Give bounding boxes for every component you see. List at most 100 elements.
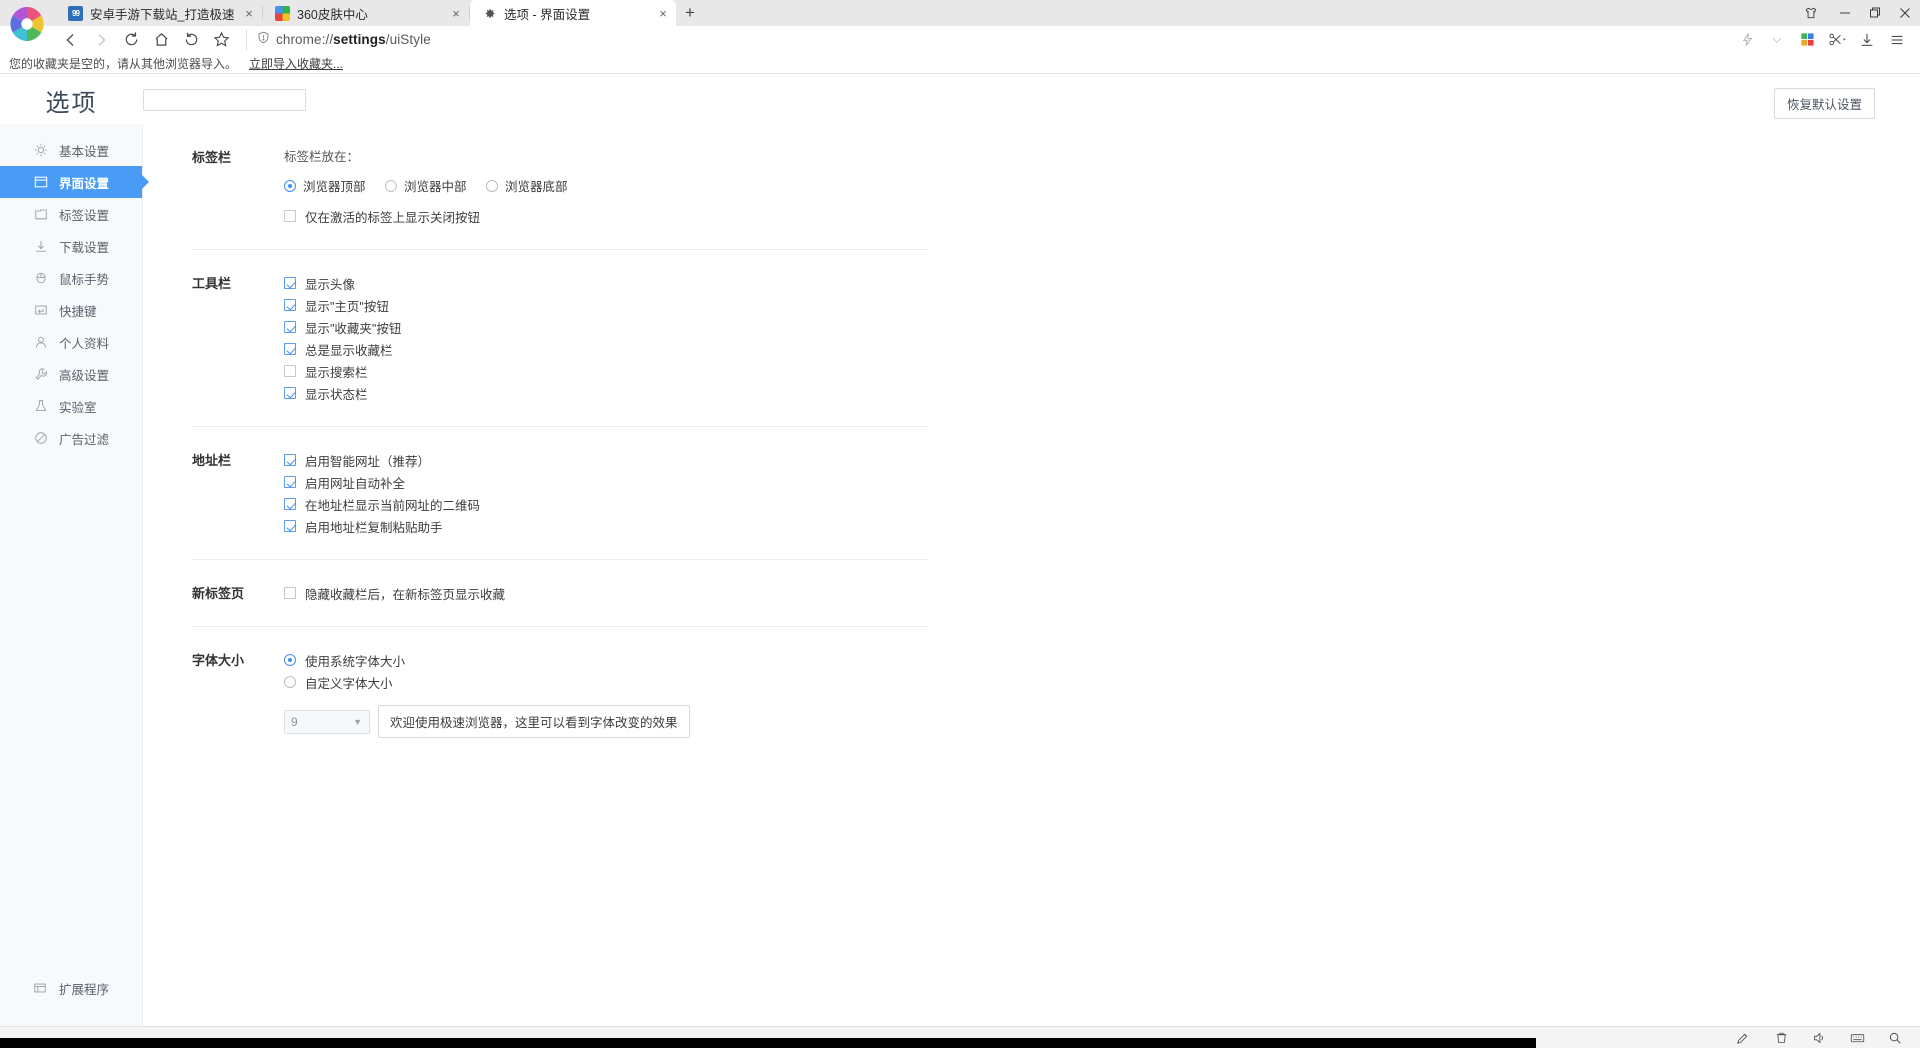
bookmark-star-icon[interactable] [206, 27, 236, 53]
sidebar-item-adblock[interactable]: 广告过滤 [0, 422, 142, 454]
tab-strip: 安卓手游下载站_打造极速手游下 × 360皮肤中心 × 选项 - 界面设置 × … [56, 0, 704, 26]
tab-title: 360皮肤中心 [297, 7, 368, 22]
tab-close-icon[interactable]: × [242, 7, 256, 20]
checkbox-show-qrcode[interactable]: 在地址栏显示当前网址的二维码 [284, 493, 929, 515]
restore-defaults-button[interactable]: 恢复默认设置 [1773, 88, 1875, 119]
checkbox-copy-paste-helper[interactable]: 启用地址栏复制粘贴助手 [284, 515, 929, 537]
chevron-down-icon[interactable] [1762, 27, 1792, 53]
settings-search-input[interactable] [144, 90, 305, 110]
radio-label: 浏览器顶部 [303, 180, 366, 194]
sidebar-item-profile[interactable]: 个人资料 [0, 326, 142, 358]
checkbox-show-avatar[interactable]: 显示头像 [284, 272, 929, 294]
settings-page: 选项 恢复默认设置 基本设置 界面设置 标签设置 下载设置 鼠标手势 快捷键 个… [0, 76, 1920, 1026]
radio-option-middle[interactable]: 浏览器中部 [385, 176, 486, 195]
checkbox-label: 显示"主页"按钮 [305, 299, 389, 314]
sidebar-item-downloads[interactable]: 下载设置 [0, 230, 142, 262]
volume-icon[interactable] [1800, 1027, 1838, 1048]
checkbox-url-autocomplete[interactable]: 启用网址自动补全 [284, 471, 929, 493]
browser-tab[interactable]: 360皮肤中心 × [263, 0, 469, 26]
pen-tablet-icon[interactable] [1724, 1027, 1762, 1048]
sidebar-item-label: 广告过滤 [59, 432, 110, 447]
address-bar-url: chrome://settings/uiStyle [276, 32, 431, 47]
sidebar-item-mouse-gestures[interactable]: 鼠标手势 [0, 262, 142, 294]
import-bookmarks-link[interactable]: 立即导入收藏夹... [249, 55, 343, 72]
toolbar-right-icons [1732, 27, 1912, 53]
section-tabbar: 标签栏 标签栏放在： 浏览器顶部 浏览器中部 浏览器底部 仅在激活的标签上显示关… [143, 124, 1920, 250]
back-button[interactable] [56, 27, 86, 53]
keyboard-icon[interactable] [1838, 1027, 1876, 1048]
apps-grid-icon[interactable] [1792, 27, 1822, 53]
page-title: 选项 [45, 89, 98, 117]
sidebar-item-label: 扩展程序 [59, 982, 110, 997]
font-size-controls: 9 ▼ 欢迎使用极速浏览器，这里可以看到字体改变的效果 [284, 705, 929, 738]
checkbox-show-home-button[interactable]: 显示"主页"按钮 [284, 294, 929, 316]
trash-icon[interactable] [1762, 1027, 1800, 1048]
desktop-black-strip [0, 1038, 1536, 1048]
checkbox-show-search-bar[interactable]: 显示搜索栏 [284, 360, 929, 382]
checkbox-show-favorites-button[interactable]: 显示"收藏夹"按钮 [284, 316, 929, 338]
sidebar-item-interface[interactable]: 界面设置 [0, 166, 142, 198]
tabbar-position-radiogroup: 浏览器顶部 浏览器中部 浏览器底部 [284, 176, 929, 195]
settings-search-box[interactable] [143, 89, 306, 111]
checkbox-label: 仅在激活的标签上显示关闭按钮 [305, 210, 481, 225]
sidebar-item-label: 鼠标手势 [59, 272, 110, 287]
radio-label: 浏览器底部 [505, 180, 568, 194]
sidebar-item-extensions[interactable]: 扩展程序 [0, 973, 142, 1003]
sidebar-item-advanced[interactable]: 高级设置 [0, 358, 142, 390]
browser-logo [8, 5, 46, 43]
menu-icon[interactable] [1882, 27, 1912, 53]
radio-custom-font-size[interactable]: 自定义字体大小 [284, 671, 929, 693]
browser-tab[interactable]: 安卓手游下载站_打造极速手游下 × [56, 0, 262, 26]
skin-center-icon[interactable] [1792, 0, 1830, 26]
page-body: 基本设置 界面设置 标签设置 下载设置 鼠标手势 快捷键 个人资料 高级设置 实… [0, 124, 1920, 1026]
keyboard-key-icon [33, 303, 48, 318]
maximize-icon[interactable] [1860, 0, 1890, 26]
address-bar[interactable]: chrome://settings/uiStyle [246, 28, 1726, 51]
360-skin-icon [275, 5, 290, 21]
chevron-down-icon: ▼ [353, 716, 362, 727]
lightning-icon[interactable] [1732, 27, 1762, 53]
checkbox-indicator [284, 277, 296, 289]
tab-close-icon[interactable]: × [449, 7, 463, 20]
section-label: 新标签页 [192, 586, 245, 601]
site-info-icon[interactable] [257, 31, 270, 49]
checkbox-smart-url[interactable]: 启用智能网址（推荐） [284, 449, 929, 471]
checkbox-always-show-bookmarks-bar[interactable]: 总是显示收藏栏 [284, 338, 929, 360]
radio-indicator [284, 179, 296, 192]
checkbox-show-bookmarks-on-newtab[interactable]: 隐藏收藏栏后，在新标签页显示收藏 [284, 582, 929, 604]
section-addressbar: 地址栏 启用智能网址（推荐） 启用网址自动补全 在地址栏显示当前网址的二维码 启… [143, 427, 1920, 560]
scissors-icon[interactable] [1822, 27, 1852, 53]
checkbox-indicator [284, 454, 296, 466]
sidebar-item-label: 下载设置 [59, 240, 110, 255]
radio-indicator [284, 654, 296, 666]
home-button[interactable] [146, 27, 176, 53]
new-tab-button[interactable]: + [676, 0, 704, 26]
checkbox-close-button-active-tab[interactable]: 仅在激活的标签上显示关闭按钮 [284, 205, 929, 227]
tab-close-icon[interactable]: × [656, 7, 670, 20]
restore-session-button[interactable] [176, 27, 206, 53]
checkbox-label: 启用网址自动补全 [305, 476, 406, 491]
radio-indicator [385, 179, 397, 192]
reload-button[interactable] [116, 27, 146, 53]
search-icon[interactable] [1876, 1027, 1914, 1048]
sidebar-item-tabs[interactable]: 标签设置 [0, 198, 142, 230]
sidebar-item-basic[interactable]: 基本设置 [0, 134, 142, 166]
checkbox-show-status-bar[interactable]: 显示状态栏 [284, 382, 929, 404]
checkbox-indicator [284, 210, 296, 222]
download-icon[interactable] [1852, 27, 1882, 53]
forward-button[interactable] [86, 27, 116, 53]
sidebar-item-label: 个人资料 [59, 336, 110, 351]
browser-tab-active[interactable]: 选项 - 界面设置 × [470, 0, 676, 26]
radio-system-font-size[interactable]: 使用系统字体大小 [284, 649, 929, 671]
checkbox-indicator [284, 321, 296, 333]
sidebar-item-lab[interactable]: 实验室 [0, 390, 142, 422]
sidebar-item-label: 标签设置 [59, 208, 110, 223]
section-label: 工具栏 [192, 276, 232, 291]
font-size-select[interactable]: 9 ▼ [284, 709, 370, 734]
radio-option-top[interactable]: 浏览器顶部 [284, 176, 385, 195]
close-icon[interactable] [1890, 0, 1920, 26]
radio-option-bottom[interactable]: 浏览器底部 [486, 176, 587, 195]
minimize-icon[interactable] [1830, 0, 1860, 26]
sidebar-item-shortcuts[interactable]: 快捷键 [0, 294, 142, 326]
font-size-value: 9 [291, 714, 298, 729]
